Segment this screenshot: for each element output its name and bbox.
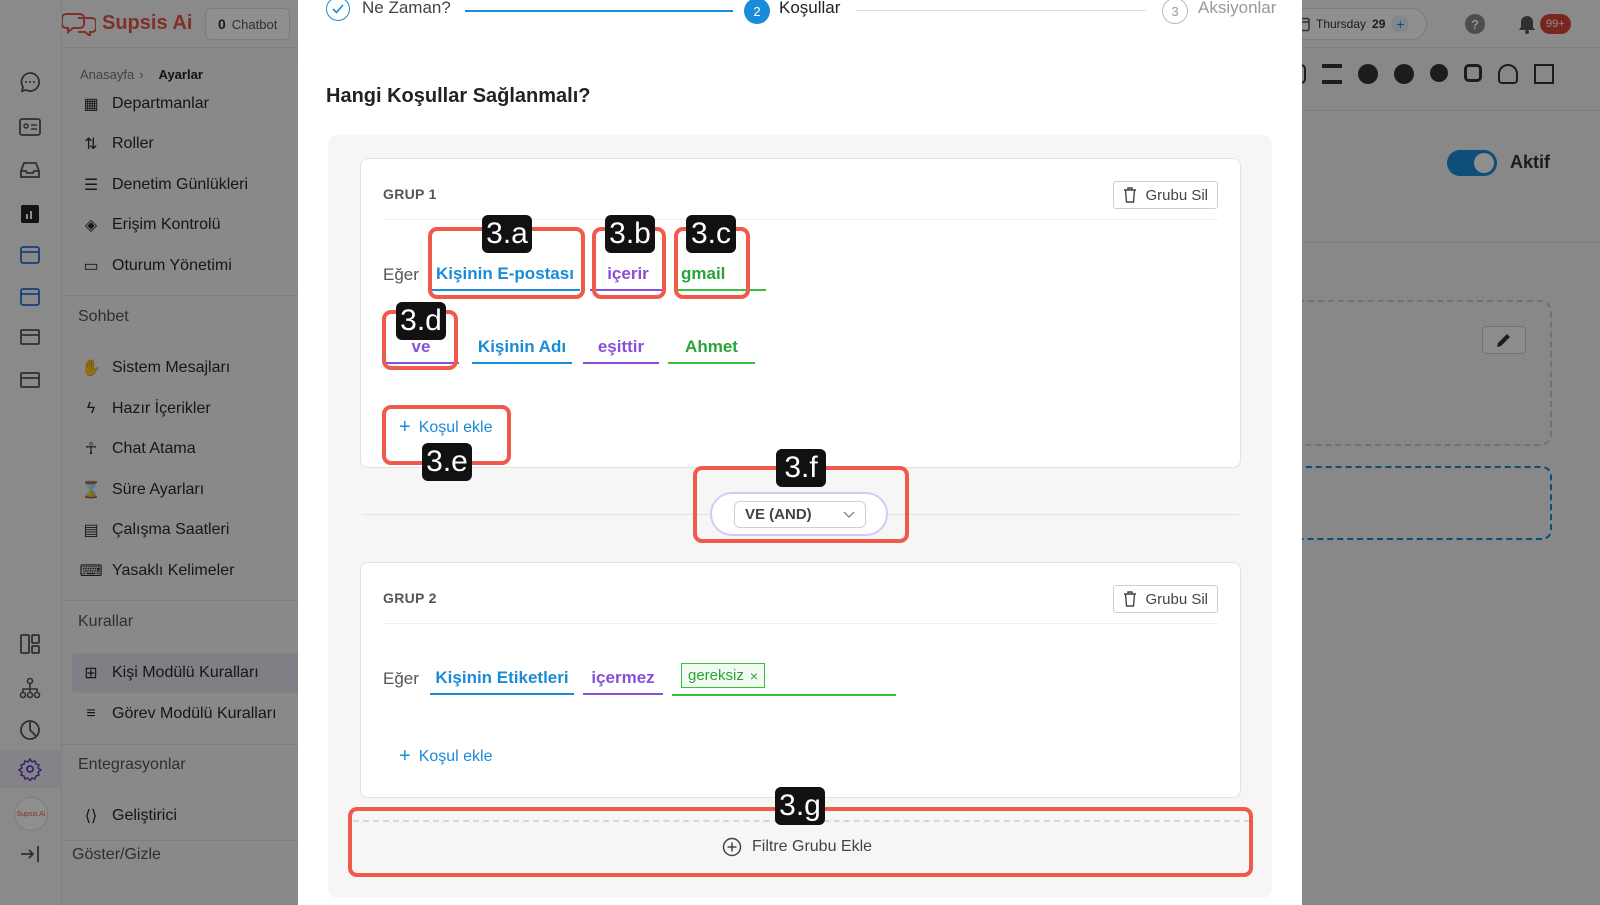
delete-group-label: Grubu Sil bbox=[1145, 590, 1208, 608]
divider bbox=[383, 623, 1218, 624]
trash-icon bbox=[1124, 187, 1137, 203]
add-condition-label: Koşul ekle bbox=[418, 747, 493, 765]
condition-field-select[interactable]: Kişinin Etiketleri bbox=[430, 668, 574, 695]
tag-label: gereksiz bbox=[688, 667, 744, 684]
group-title: GRUP 2 bbox=[383, 590, 437, 606]
annotation-badge-a: 3.a bbox=[482, 215, 532, 253]
if-label: Eğer bbox=[383, 265, 419, 284]
delete-group-button[interactable]: Grubu Sil bbox=[1113, 181, 1218, 209]
modal-heading: Hangi Koşullar Sağlanmalı? bbox=[326, 85, 591, 107]
annotation-badge-g: 3.g bbox=[775, 787, 825, 825]
plus-icon: + bbox=[399, 745, 411, 767]
if-label: Eğer bbox=[383, 669, 419, 688]
condition-value-input[interactable]: Ahmet bbox=[668, 337, 755, 364]
condition-field-select[interactable]: Kişinin Adı bbox=[472, 337, 572, 364]
step-1-label[interactable]: Ne Zaman? bbox=[362, 0, 451, 18]
delete-group-button[interactable]: Grubu Sil bbox=[1113, 585, 1218, 613]
trash-icon bbox=[1124, 591, 1137, 607]
annotation-badge-f: 3.f bbox=[776, 449, 826, 487]
step-connector bbox=[856, 10, 1146, 11]
condition-operator-select[interactable]: içermez bbox=[583, 668, 663, 695]
annotation-badge-e: 3.e bbox=[422, 443, 472, 481]
annotation-badge-d: 3.d bbox=[396, 302, 446, 340]
condition-operator-select[interactable]: eşittir bbox=[583, 337, 659, 364]
annotation-badge-b: 3.b bbox=[605, 215, 655, 253]
step-2-label[interactable]: Koşullar bbox=[779, 0, 840, 18]
step-connector bbox=[465, 10, 733, 12]
step-3-label[interactable]: Aksiyonlar bbox=[1198, 0, 1276, 18]
delete-group-label: Grubu Sil bbox=[1145, 186, 1208, 204]
tag-chip: gereksiz × bbox=[681, 663, 766, 688]
annotation-badge-c: 3.c bbox=[686, 215, 736, 253]
condition-tags-input[interactable]: gereksiz × bbox=[672, 663, 896, 696]
group-title: GRUP 1 bbox=[383, 186, 437, 202]
group-2-card: GRUP 2 Grubu Sil Eğer Kişinin Etiketleri… bbox=[360, 562, 1241, 798]
tag-remove-icon[interactable]: × bbox=[750, 668, 758, 684]
add-condition-button[interactable]: + Koşul ekle bbox=[399, 745, 493, 768]
